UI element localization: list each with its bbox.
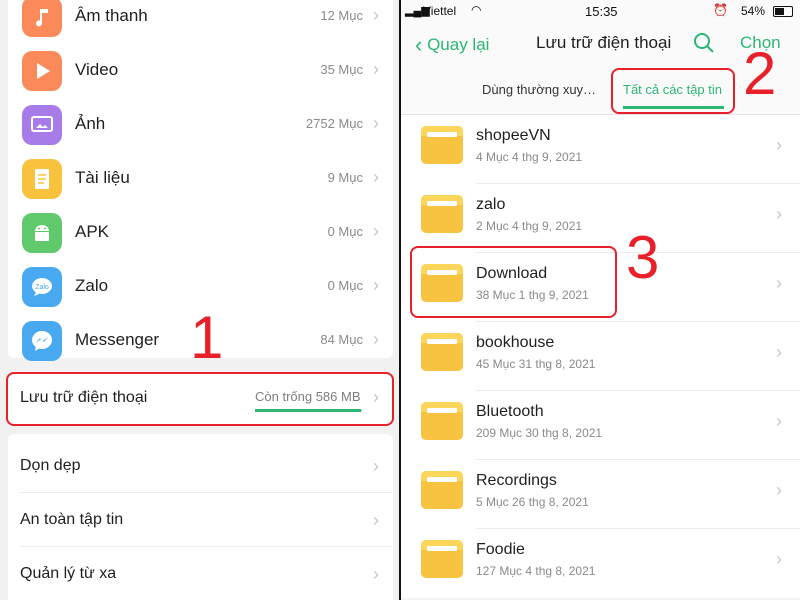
folder-meta: 45 Mục 31 thg 8, 2021 <box>476 357 596 371</box>
tools-card: Dọn dẹp › An toàn tập tin › Quản lý từ x… <box>8 434 393 600</box>
category-label: Tài liệu <box>75 168 130 187</box>
folder-row[interactable]: zalo 2 Mục 4 thg 9, 2021 › <box>401 184 800 253</box>
annotation-number-1: 1 <box>190 304 224 371</box>
battery-icon <box>773 6 793 17</box>
annotation-number-2: 2 <box>743 40 777 107</box>
folder-row[interactable]: Recordings 5 Mục 26 thg 8, 2021 › <box>401 460 800 529</box>
carrier-name: Viettel <box>423 4 457 18</box>
category-row-images[interactable]: Ảnh 2752 Mục › <box>8 98 393 152</box>
folder-name: Foodie <box>476 541 525 558</box>
folder-name: zalo <box>476 196 506 213</box>
play-icon <box>22 51 62 91</box>
page-title: Lưu trữ điện thoại <box>536 33 672 52</box>
annotation-box-2 <box>611 68 735 114</box>
folder-icon <box>421 333 463 371</box>
android-icon <box>22 213 62 253</box>
folder-name: shopeeVN <box>476 127 551 144</box>
category-label: APK <box>75 222 110 241</box>
chevron-right-icon: › <box>776 411 782 431</box>
folder-row[interactable]: Bluetooth 209 Mục 30 thg 8, 2021 › <box>401 391 800 460</box>
category-count: 12 Mục <box>320 8 363 23</box>
chevron-right-icon: › <box>373 59 379 79</box>
folder-icon <box>421 126 463 164</box>
folder-meta: 5 Mục 26 thg 8, 2021 <box>476 495 589 509</box>
chevron-right-icon: › <box>776 135 782 155</box>
category-row-audio[interactable]: Âm thanh 12 Mục › <box>8 0 393 44</box>
alarm-icon: ⏰ <box>713 3 728 17</box>
top-navbar: ‹ Quay lại Lưu trữ điện thoại Chọn <box>401 22 800 68</box>
chevron-right-icon: › <box>373 167 379 187</box>
chevron-right-icon: › <box>373 113 379 133</box>
wifi-icon: ◠ <box>471 3 482 17</box>
left-panel: Âm thanh 12 Mục › Video 35 Mục › Ảnh 275… <box>0 0 399 600</box>
annotation-box-3 <box>410 246 617 318</box>
menu-label: An toàn tập tin <box>20 511 124 528</box>
chevron-right-icon: › <box>776 480 782 500</box>
chevron-left-icon: ‹ <box>415 32 423 57</box>
chevron-right-icon: › <box>373 510 379 530</box>
svg-text:Zalo: Zalo <box>35 284 49 291</box>
category-count: 35 Mục <box>320 62 363 77</box>
category-count: 9 Mục <box>327 170 363 185</box>
folder-name: Bluetooth <box>476 403 544 420</box>
annotation-number-3: 3 <box>626 224 660 291</box>
folder-meta: 127 Mục 4 thg 8, 2021 <box>476 564 596 578</box>
status-bar: ▂▄▆ Viettel ◠ 15:35 ⏰ 54% <box>401 0 800 22</box>
messenger-icon <box>22 321 62 361</box>
category-row-apk[interactable]: APK 0 Mục › <box>8 206 393 260</box>
category-count: 84 Mục <box>320 332 363 347</box>
back-button[interactable]: ‹ Quay lại <box>415 32 489 58</box>
folder-meta: 4 Mục 4 thg 9, 2021 <box>476 150 583 164</box>
chevron-right-icon: › <box>776 273 782 293</box>
chevron-right-icon: › <box>776 204 782 224</box>
category-label: Video <box>75 60 119 79</box>
chevron-right-icon: › <box>776 549 782 569</box>
tab-bar: Dùng thường xuy… Tất cả các tập tin <box>401 68 800 115</box>
category-label: Ảnh <box>75 114 106 133</box>
chevron-right-icon: › <box>373 329 379 349</box>
chevron-right-icon: › <box>373 456 379 476</box>
category-label: Messenger <box>75 330 160 349</box>
battery-percent: 54% <box>741 4 766 18</box>
folder-meta: 2 Mục 4 thg 9, 2021 <box>476 219 583 233</box>
folder-icon <box>421 540 463 578</box>
folder-icon <box>421 471 463 509</box>
menu-label: Quản lý từ xa <box>20 565 117 582</box>
category-count: 2752 Mục <box>305 116 363 131</box>
folder-name: Recordings <box>476 472 557 489</box>
music-note-icon <box>22 0 62 37</box>
menu-label: Dọn dẹp <box>20 457 81 474</box>
folder-icon <box>421 402 463 440</box>
annotation-box-1 <box>6 372 394 426</box>
category-row-video[interactable]: Video 35 Mục › <box>8 44 393 98</box>
category-row-documents[interactable]: Tài liệu 9 Mục › <box>8 152 393 206</box>
status-time: 15:35 <box>585 4 618 19</box>
folder-row[interactable]: bookhouse 45 Mục 31 thg 8, 2021 › <box>401 322 800 391</box>
back-label: Quay lại <box>427 35 490 54</box>
document-icon <box>22 159 62 199</box>
right-panel: ▂▄▆ Viettel ◠ 15:35 ⏰ 54% ‹ Quay lại Lưu… <box>401 0 800 600</box>
category-count: 0 Mục <box>327 224 363 239</box>
folder-meta: 209 Mục 30 thg 8, 2021 <box>476 426 603 440</box>
folder-row[interactable]: Foodie 127 Mục 4 thg 8, 2021 › <box>401 529 800 598</box>
chevron-right-icon: › <box>373 275 379 295</box>
tab-frequently-used[interactable]: Dùng thường xuy… <box>482 82 596 97</box>
category-label: Zalo <box>75 276 109 295</box>
menu-item-remote-manage[interactable]: Quản lý từ xa › <box>8 546 393 600</box>
folder-name: bookhouse <box>476 334 555 351</box>
category-count: 0 Mục <box>327 278 363 293</box>
image-icon <box>22 105 62 145</box>
folder-icon <box>421 195 463 233</box>
chevron-right-icon: › <box>776 342 782 362</box>
folder-row[interactable]: shopeeVN 4 Mục 4 thg 9, 2021 › <box>401 115 800 184</box>
search-icon[interactable] <box>693 32 715 59</box>
chevron-right-icon: › <box>373 564 379 584</box>
chevron-right-icon: › <box>373 5 379 25</box>
menu-item-file-safe[interactable]: An toàn tập tin › <box>8 492 393 546</box>
chevron-right-icon: › <box>373 221 379 241</box>
category-label: Âm thanh <box>75 6 148 25</box>
menu-item-cleanup[interactable]: Dọn dẹp › <box>8 438 393 492</box>
zalo-icon: Zalo <box>22 267 62 307</box>
